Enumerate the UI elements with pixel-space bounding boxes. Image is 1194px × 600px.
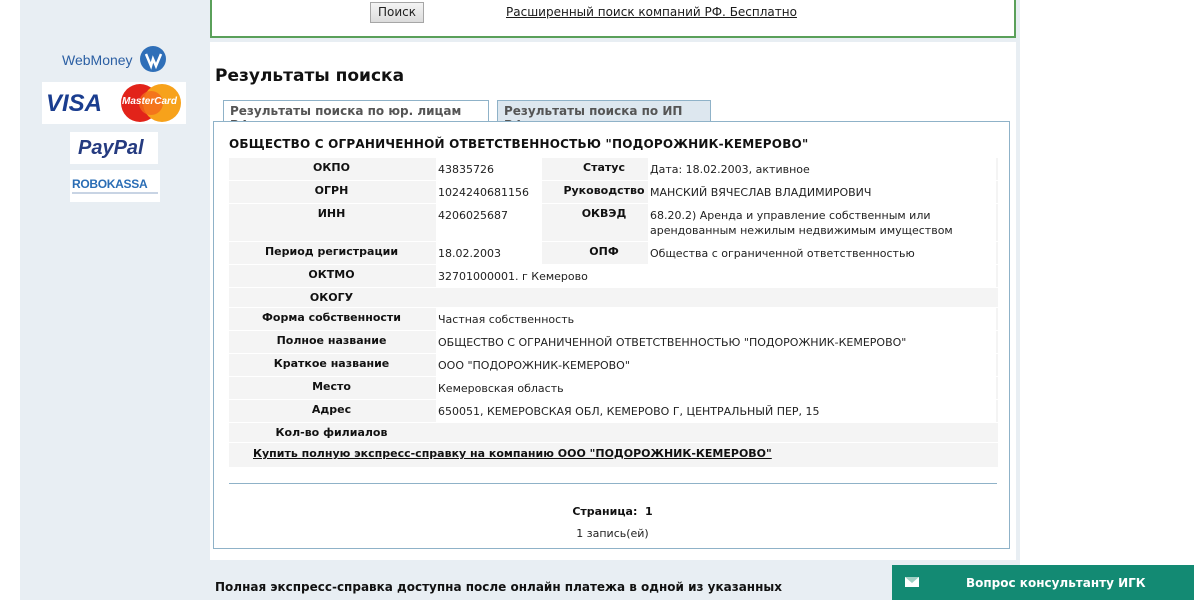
search-area: Поиск Расширенный поиск компаний РФ. Бес…: [210, 0, 1016, 38]
opf-value: Общества с ограниченной ответственностью: [650, 247, 915, 260]
search-button[interactable]: Поиск: [370, 2, 424, 23]
page-number[interactable]: 1: [645, 505, 653, 518]
buy-report-link[interactable]: Купить полную экспресс-справку на компан…: [253, 447, 772, 460]
short-name-label: Краткое название: [273, 357, 390, 370]
place-label: Место: [312, 380, 351, 393]
webmoney-logo[interactable]: WebMoney: [60, 45, 170, 75]
oktmo-label: ОКТМО: [308, 268, 355, 281]
robokassa-text: ROBOKASSA: [72, 177, 148, 191]
registration-period-label: Период регистрации: [264, 245, 399, 258]
divider: [229, 483, 997, 484]
table-row: ОГРН 1024240681156 Руководство МАНСКИЙ В…: [229, 181, 998, 203]
okved-value: 68.20.2) Аренда и управление собственным…: [650, 209, 953, 237]
address-label: Адрес: [311, 403, 352, 416]
company-title[interactable]: ОБЩЕСТВО С ОГРАНИЧЕННОЙ ОТВЕТСТВЕННОСТЬЮ…: [229, 137, 808, 151]
okogu-label: ОКОГУ: [309, 291, 354, 304]
okpo-label: ОКПО: [313, 161, 350, 174]
table-row: Период регистрации 18.02.2003 ОПФ Общест…: [229, 242, 998, 264]
ownership-form-value: Частная собственность: [438, 313, 575, 326]
results-panel: ОБЩЕСТВО С ОГРАНИЧЕННОЙ ОТВЕТСТВЕННОСТЬЮ…: [213, 121, 1010, 549]
table-row: ОКОГУ: [229, 288, 998, 307]
table-row: Краткое название ООО "ПОДОРОЖНИК-КЕМЕРОВ…: [229, 354, 998, 376]
page-label: Страница:: [572, 505, 638, 518]
visa-mastercard-logo[interactable]: VISA MasterCard: [42, 82, 186, 124]
table-row: ОКТМО 32701000001. г Кемерово: [229, 265, 998, 287]
main-content: Результаты поиска Результаты поиска по ю…: [210, 42, 1016, 560]
okved-label: ОКВЭД: [581, 207, 627, 220]
ogrn-value: 1024240681156: [438, 186, 529, 199]
visa-text: VISA: [46, 90, 103, 117]
consultant-label: Вопрос консультанту ИГК: [966, 576, 1146, 590]
robokassa-subline: [72, 192, 158, 194]
payment-info-text: Полная экспресс-справка доступна после о…: [215, 580, 782, 594]
tab-legal-entities[interactable]: Результаты поиска по юр. лицам РФ: [223, 100, 489, 132]
place-value: Кемеровская область: [438, 382, 564, 395]
table-row: Кол-во филиалов: [229, 423, 998, 442]
tab-individual-entrepreneurs[interactable]: Результаты поиска по ИП РФ: [497, 100, 711, 132]
full-name-value: ОБЩЕСТВО С ОГРАНИЧЕННОЙ ОТВЕТСТВЕННОСТЬЮ…: [438, 336, 907, 349]
table-row: Адрес 650051, КЕМЕРОВСКАЯ ОБЛ, КЕМЕРОВО …: [229, 400, 998, 422]
table-row: ИНН 4206025687 ОКВЭД 68.20.2) Аренда и у…: [229, 204, 998, 241]
table-row: Форма собственности Частная собственност…: [229, 308, 998, 330]
status-value: Дата: 18.02.2003, активное: [650, 163, 810, 176]
table-row: Купить полную экспресс-справку на компан…: [229, 443, 998, 467]
okpo-value: 43835726: [438, 163, 494, 176]
oktmo-value: 32701000001. г Кемерово: [438, 270, 588, 283]
status-label: Статус: [583, 161, 625, 174]
short-name-value: ООО "ПОДОРОЖНИК-КЕМЕРОВО": [438, 359, 630, 372]
inn-value: 4206025687: [438, 209, 508, 222]
management-value: МАНСКИЙ ВЯЧЕСЛАВ ВЛАДИМИРОВИЧ: [650, 186, 872, 199]
ownership-form-label: Форма собственности: [261, 311, 402, 324]
address-value: 650051, КЕМЕРОВСКАЯ ОБЛ, КЕМЕРОВО Г, ЦЕН…: [438, 405, 820, 418]
management-label: Руководство: [563, 184, 645, 197]
mail-icon: [905, 577, 919, 587]
paypal-logo[interactable]: PayPal: [70, 132, 158, 164]
webmoney-text: WebMoney: [62, 52, 133, 68]
table-row: Полное название ОБЩЕСТВО С ОГРАНИЧЕННОЙ …: [229, 331, 998, 353]
webmoney-globe-icon: [140, 46, 166, 72]
branches-count-label: Кол-во филиалов: [275, 426, 388, 439]
pagination: Страница: 1: [214, 505, 1011, 518]
page-title: Результаты поиска: [215, 66, 405, 86]
paypal-text: PayPal: [78, 137, 144, 159]
inn-label: ИНН: [317, 207, 346, 220]
full-name-label: Полное название: [276, 334, 387, 347]
registration-period-value: 18.02.2003: [438, 247, 501, 260]
table-row: Место Кемеровская область: [229, 377, 998, 399]
mastercard-text: MasterCard: [122, 96, 178, 107]
opf-label: ОПФ: [589, 245, 619, 258]
table-row: ОКПО 43835726 Статус Дата: 18.02.2003, а…: [229, 158, 998, 180]
advanced-search-link[interactable]: Расширенный поиск компаний РФ. Бесплатно: [506, 5, 797, 19]
robokassa-logo[interactable]: ROBOKASSA: [70, 170, 160, 202]
records-count: 1 запись(ей): [576, 527, 649, 540]
consultant-chat-button[interactable]: Вопрос консультанту ИГК: [892, 565, 1194, 600]
ogrn-label: ОГРН: [314, 184, 349, 197]
